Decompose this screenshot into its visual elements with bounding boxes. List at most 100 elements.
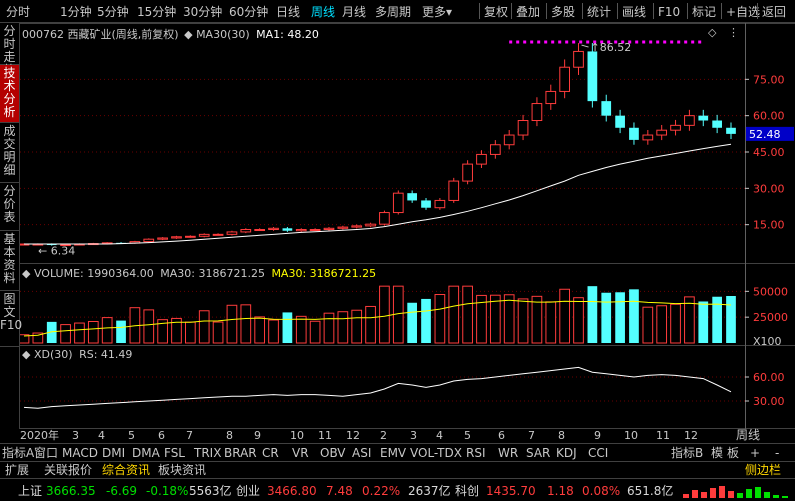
toolbar-button-8[interactable]: 返回 [762, 3, 786, 21]
period-right-label[interactable]: 周线 [736, 428, 760, 442]
ma-settings-icon[interactable]: ◆ [184, 28, 192, 41]
left-tab-4[interactable]: 基本资料 [0, 231, 19, 291]
month-tick: 8 [226, 429, 233, 442]
period-tab-1[interactable]: 1分钟 [60, 3, 92, 21]
volume-bar-down [698, 301, 709, 343]
chart-area[interactable]: 75.00 60.00 45.00 30.00 15.00 ↑86.52 ← 6.34 52.… [20, 23, 795, 429]
candle-body-up [268, 227, 279, 231]
candle-body-up [503, 134, 515, 146]
month-tick: 2 [380, 429, 387, 442]
indicator-tab-16[interactable]: SAR [526, 445, 550, 461]
candle-body-up [573, 50, 584, 68]
volume-bar-up [309, 320, 321, 344]
high-pointer [581, 44, 589, 48]
panel-tab-2[interactable]: 综合资讯 [102, 462, 150, 478]
indicator-right-1[interactable]: 模 [711, 445, 723, 461]
period-tab-2[interactable]: 5分钟 [97, 3, 129, 21]
cy-index-pct: 0.22% [362, 484, 401, 498]
left-tab-5[interactable]: 图文 F10 [0, 291, 22, 347]
period-tab-4[interactable]: 30分钟 [183, 3, 222, 21]
period-tab-3[interactable]: 15分钟 [137, 3, 176, 21]
indicator-tab-7[interactable]: BRAR [224, 445, 257, 461]
month-tick: 10 [624, 429, 638, 442]
candle-body-up [212, 233, 224, 236]
toolbar-button-4[interactable]: 画线 [622, 3, 646, 21]
volume-settings-icon[interactable]: ◆ [22, 267, 30, 280]
indicator-tab-14[interactable]: RSI [466, 445, 486, 461]
indicator-tab-9[interactable]: VR [292, 445, 309, 461]
indicator-tab-11[interactable]: ASI [352, 445, 371, 461]
indicator-right-0[interactable]: 指标B [671, 445, 703, 461]
breadth-bar [683, 494, 689, 498]
indicator-tab-2[interactable]: MACD [62, 445, 98, 461]
toolbar-button-7[interactable]: +自选 [726, 3, 760, 21]
left-tab-1[interactable]: 技术分析 [0, 65, 19, 123]
indicator-tab-3[interactable]: DMI [102, 445, 125, 461]
period-tab-5[interactable]: 60分钟 [229, 3, 268, 21]
period-tab-8[interactable]: 月线 [342, 3, 366, 21]
period-tab-0[interactable]: 分时 [6, 3, 30, 21]
indicator-tab-0[interactable]: 指标A [2, 445, 34, 461]
period-tab-10[interactable]: 更多 [422, 3, 446, 21]
bottom-panel-tabs: 扩展 关联报价 综合资讯 板块资讯 侧边栏 [0, 461, 795, 478]
panel-tab-0[interactable]: 扩展 [5, 462, 29, 478]
indicator-right-3[interactable]: + [750, 445, 760, 461]
toolbar-button-0[interactable]: 复权 [484, 3, 508, 21]
market-breadth-icon[interactable] [683, 484, 791, 498]
indicator-tab-6[interactable]: TRIX [194, 445, 221, 461]
period-tab-7[interactable]: 周线 [311, 3, 335, 21]
indicator-tab-8[interactable]: CR [262, 445, 279, 461]
left-tab-2[interactable]: 成交明细 [0, 123, 19, 183]
volume-ma30-value-2: 3186721.25 [309, 267, 377, 280]
left-tab-char: 析 [3, 105, 16, 119]
chart-options-icon[interactable]: ◇ [708, 26, 716, 39]
toolbar-separator [757, 3, 758, 19]
indicator-right-4[interactable]: - [775, 445, 779, 461]
volume-bar-up [212, 321, 224, 344]
rs-value: 41.49 [100, 348, 133, 361]
sh-index-name: 上证 [18, 484, 43, 498]
month-tick: 4 [98, 429, 105, 442]
toolbar-separator [687, 3, 688, 19]
period-tab-9[interactable]: 多周期 [375, 3, 411, 21]
toolbar-button-1[interactable]: 叠加 [516, 3, 540, 21]
toolbar-button-5[interactable]: F10 [658, 3, 680, 21]
left-tab-3[interactable]: 分价表 [0, 183, 19, 231]
breadth-bar [773, 495, 779, 498]
indicator-tab-5[interactable]: FSL [164, 445, 185, 461]
indicator-tab-10[interactable]: OBV [320, 445, 346, 461]
indicator-tab-18[interactable]: CCI [588, 445, 608, 461]
volume-bar-up [185, 321, 196, 344]
candle-body-up [642, 134, 654, 141]
indicator-tab-12[interactable]: EMV [380, 445, 406, 461]
toolbar-button-2[interactable]: 多股 [551, 3, 575, 21]
sidebar-toggle[interactable]: 侧边栏 [745, 462, 781, 478]
panel-tab-3[interactable]: 板块资讯 [158, 462, 206, 478]
rs-settings-icon[interactable]: ◆ [22, 348, 30, 361]
cy-index-name: 创业 [236, 484, 261, 498]
indicator-tab-17[interactable]: KDJ [556, 445, 577, 461]
indicator-tab-15[interactable]: WR [498, 445, 518, 461]
panel-tab-1[interactable]: 关联报价 [44, 462, 92, 478]
volume-ma30-label-2: MA30: [271, 267, 307, 280]
month-tick: 11 [318, 429, 332, 442]
indicator-tab-13[interactable]: VOL-TDX [410, 445, 462, 461]
toolbar-separator [582, 3, 583, 19]
volume-bar-down [726, 296, 736, 343]
volume-bar-down [421, 298, 431, 343]
kline-chart-svg[interactable]: 75.00 60.00 45.00 30.00 15.00 ↑86.52 ← 6.34 52.… [20, 23, 795, 429]
more-dropdown-icon[interactable]: ▾ [446, 3, 452, 21]
volume-value: 1990364.00 [87, 267, 154, 280]
indicator-tab-1[interactable]: 窗口 [34, 445, 58, 461]
left-tab-char: 细 [3, 163, 16, 177]
indicator-right-2[interactable]: 板 [727, 445, 739, 461]
toolbar-button-3[interactable]: 统计 [587, 3, 611, 21]
candle-body-up [559, 66, 570, 92]
indicator-tab-4[interactable]: DMA [132, 445, 160, 461]
month-tick: 12 [684, 429, 698, 442]
chart-menu-icon[interactable]: ⋮ [728, 26, 739, 39]
period-tab-6[interactable]: 日线 [276, 3, 300, 21]
month-tick: 7 [528, 429, 535, 442]
left-tab-0[interactable]: 分时走势 [0, 23, 19, 77]
toolbar-button-6[interactable]: 标记 [692, 3, 716, 21]
